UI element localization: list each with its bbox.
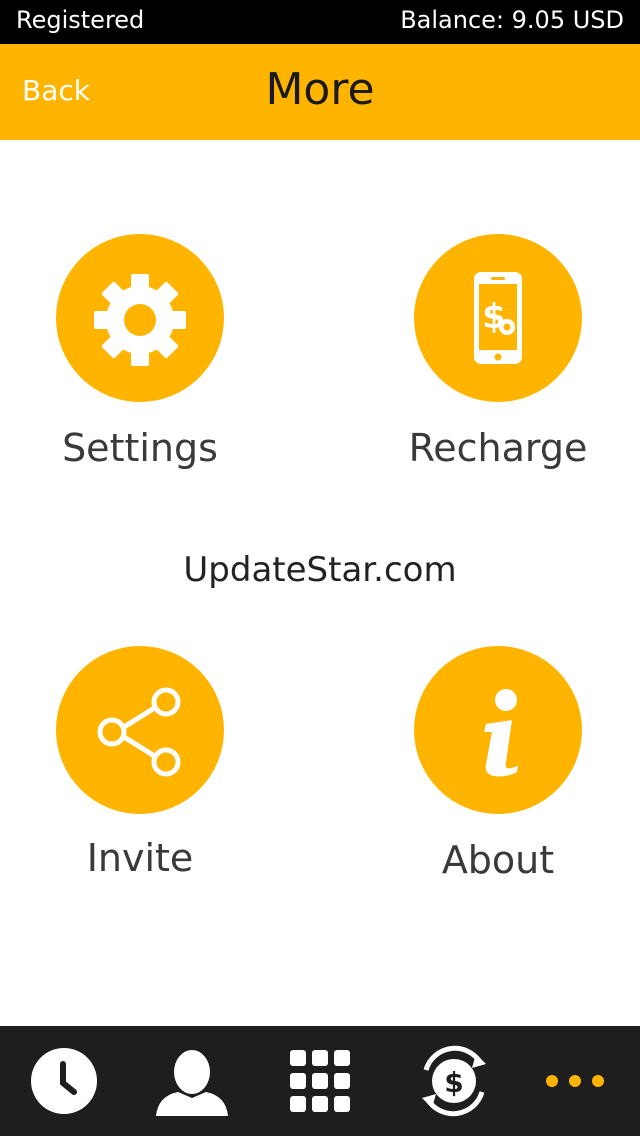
invite-label: Invite — [86, 836, 194, 880]
registration-status: Registered — [16, 6, 145, 34]
settings-button[interactable]: Settings — [20, 234, 260, 494]
invite-circle[interactable] — [56, 646, 224, 814]
invite-button[interactable]: Invite — [20, 646, 260, 906]
status-bar: Registered Balance: 9.05 USD — [0, 0, 640, 44]
clock-icon — [31, 1048, 97, 1114]
tab-recents[interactable] — [0, 1026, 128, 1136]
about-label: About — [441, 838, 555, 882]
bottom-tab-bar: $ — [0, 1026, 640, 1136]
tab-more[interactable] — [512, 1026, 640, 1136]
settings-label: Settings — [62, 426, 218, 470]
tab-contacts[interactable] — [128, 1026, 256, 1136]
recharge-button[interactable]: $ Recharge — [378, 234, 618, 494]
info-icon — [484, 689, 518, 777]
phone-dollar-icon: $ — [474, 272, 522, 364]
page-title: More — [265, 64, 375, 115]
gear-icon — [94, 274, 186, 366]
balance-text: Balance: 9.05 USD — [400, 6, 624, 34]
about-button[interactable]: About — [378, 646, 618, 906]
exchange-dollar-icon: $ — [422, 1045, 486, 1117]
watermark-text: UpdateStar.com — [183, 550, 457, 590]
settings-circle[interactable] — [56, 234, 224, 402]
tab-dialpad[interactable] — [256, 1026, 384, 1136]
recharge-circle[interactable]: $ — [414, 234, 582, 402]
person-icon — [156, 1050, 228, 1116]
dialpad-icon — [290, 1050, 350, 1112]
header-bar: Back More — [0, 44, 640, 140]
svg-text:$: $ — [444, 1066, 463, 1099]
more-dots-icon — [546, 1075, 604, 1087]
tab-exchange[interactable]: $ — [384, 1026, 512, 1136]
share-icon — [97, 687, 181, 777]
recharge-label: Recharge — [408, 426, 588, 470]
about-circle[interactable] — [414, 646, 582, 814]
